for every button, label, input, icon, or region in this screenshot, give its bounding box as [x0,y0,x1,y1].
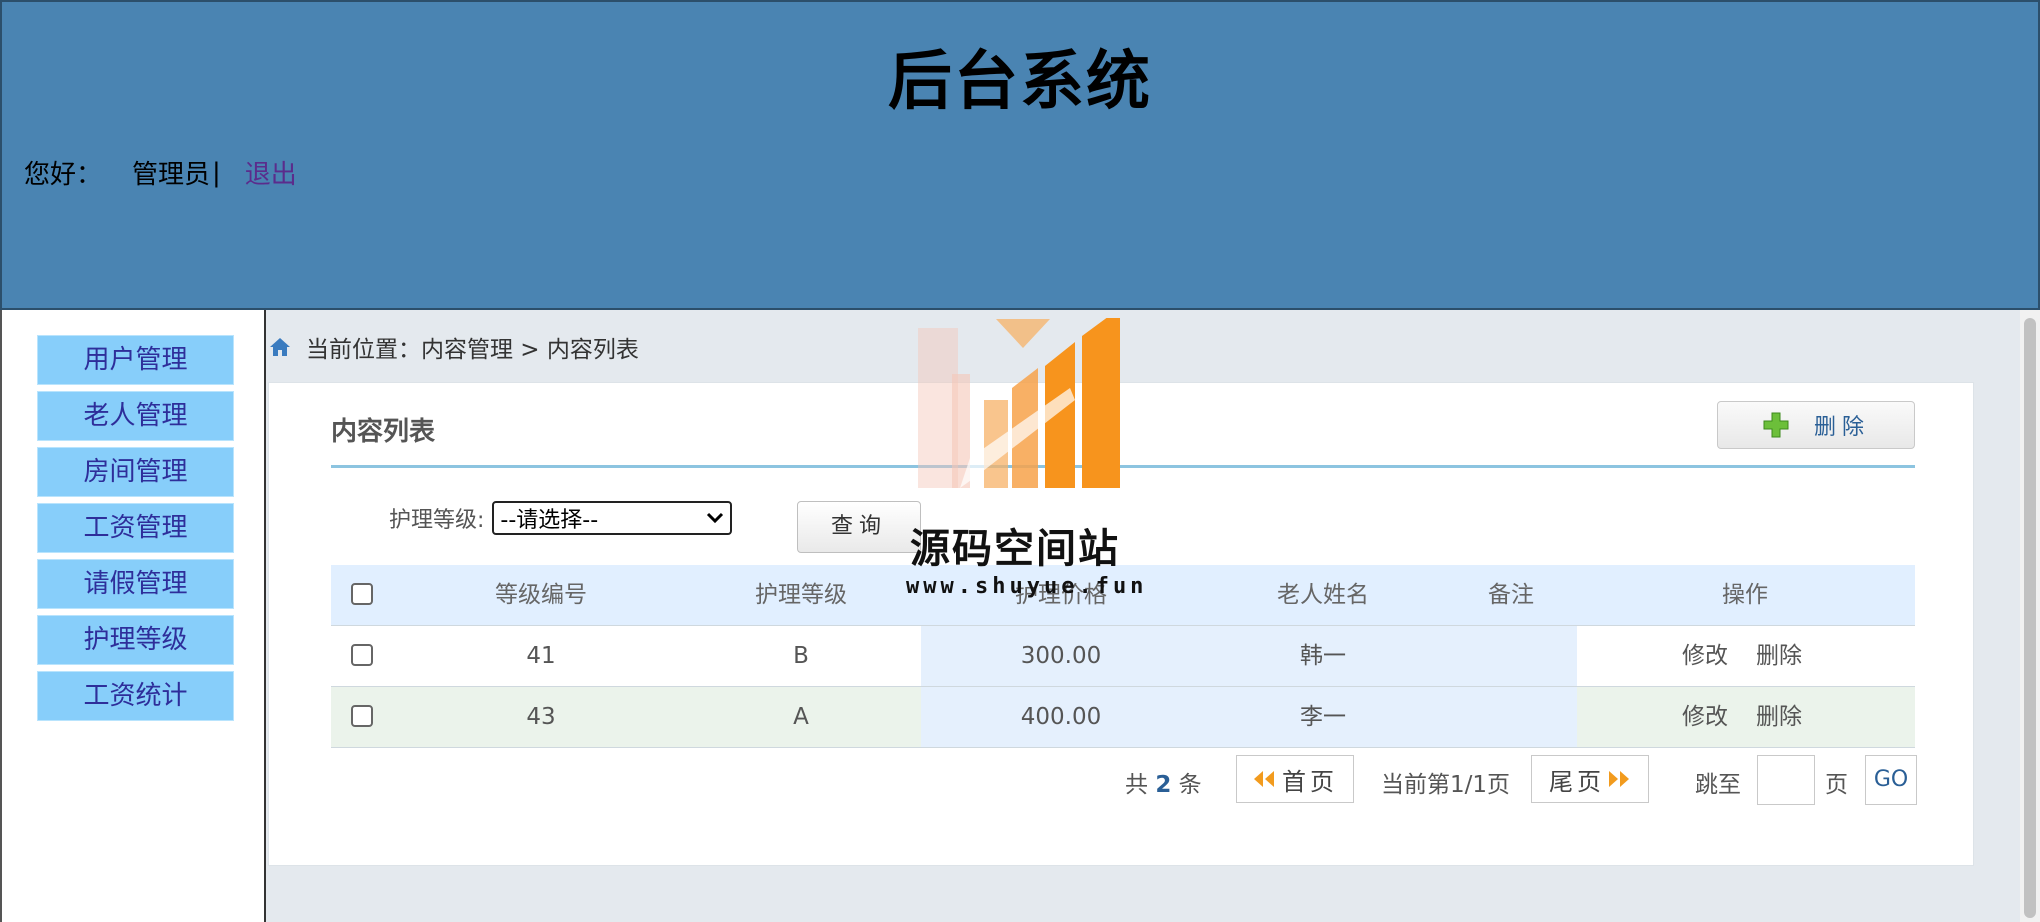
delete-button-label: 删除 [1813,415,1870,440]
column-header-note: 备注 [1488,582,1534,608]
go-button[interactable]: GO [1865,755,1917,805]
filter-bar: 护理等级: --请选择-- [389,501,733,535]
delete-link[interactable]: 删除 [1749,626,1809,686]
jump-page-input[interactable] [1757,755,1815,805]
first-page-button[interactable]: 首页 [1236,755,1354,803]
main-content: 当前位置：内容管理 > 内容列表 内容列表 删除 护理等级: --请选择-- 查… [266,310,2020,922]
select-all-checkbox[interactable] [351,583,373,605]
care-level-select-value: --请选择-- [500,508,599,533]
username: 管理员 [132,160,211,190]
care-level-select[interactable]: --请选择-- [492,501,733,535]
plus-icon [1763,412,1789,438]
delete-link[interactable]: 删除 [1749,687,1809,747]
edit-link[interactable]: 修改 [1675,687,1735,747]
sidebar-item-room-management[interactable]: 房间管理 [37,447,234,497]
last-page-button[interactable]: 尾页 [1531,755,1649,803]
home-icon [270,338,290,356]
panel-title: 内容列表 [331,417,436,447]
user-greeting: 您好： 管理员 | 退出 [24,154,297,191]
care-level-label: 护理等级: [389,508,485,533]
first-page-label: 首页 [1282,767,1338,796]
double-right-arrow-icon [1609,771,1629,787]
table-row: 41 B 300.00 韩一 修改 删除 [331,626,1915,687]
cell-care-level: A [793,704,809,730]
delete-button[interactable]: 删除 [1717,401,1915,449]
cell-care-price: 400.00 [1020,704,1102,730]
greeting-label: 您好： [24,160,103,190]
table-row: 43 A 400.00 李一 修改 删除 [331,687,1915,748]
watermark-title: 源码空间站 [910,526,1120,572]
total-count: 共 2 条 [1125,765,1202,799]
current-page: 当前第1/1页 [1381,772,1511,798]
sidebar-item-user-management[interactable]: 用户管理 [37,335,234,385]
cell-care-price: 300.00 [1020,643,1102,669]
total-number: 2 [1155,772,1172,798]
sidebar: 用户管理 老人管理 房间管理 工资管理 请假管理 护理等级 工资统计 [0,310,266,922]
total-prefix: 共 [1125,772,1148,798]
header-banner: 后台系统 您好： 管理员 | 退出 [0,0,2040,310]
cell-note [1431,687,1591,747]
page-unit-label: 页 [1825,772,1848,798]
cell-note [1431,626,1591,686]
app-title: 后台系统 [888,45,1152,119]
column-header-level-id: 等级编号 [495,582,587,608]
column-header-care-level: 护理等级 [755,582,847,608]
jump-label: 跳至 [1695,772,1741,798]
cell-level-id: 43 [526,704,556,730]
sidebar-item-leave-management[interactable]: 请假管理 [37,559,234,609]
edit-link[interactable]: 修改 [1675,626,1735,686]
sidebar-item-salary-statistics[interactable]: 工资统计 [37,671,234,721]
column-header-actions: 操作 [1722,582,1768,608]
sidebar-item-salary-management[interactable]: 工资管理 [37,503,234,553]
cell-elder-name: 李一 [1300,704,1346,730]
double-left-arrow-icon [1254,771,1274,787]
separator: | [212,157,221,188]
sidebar-item-elder-management[interactable]: 老人管理 [37,391,234,441]
row-checkbox[interactable] [351,705,373,727]
cell-level-id: 41 [526,643,556,669]
cell-care-level: B [793,643,809,669]
column-header-elder-name: 老人姓名 [1277,582,1369,608]
scrollbar-thumb[interactable] [2024,318,2036,918]
sidebar-item-care-level[interactable]: 护理等级 [37,615,234,665]
vertical-scrollbar[interactable] [2020,310,2040,922]
breadcrumb: 当前位置：内容管理 > 内容列表 [268,330,639,364]
watermark-url: www.shuyue.fun [906,574,1148,599]
total-suffix: 条 [1178,772,1202,798]
breadcrumb-text: 当前位置：内容管理 > 内容列表 [306,337,639,363]
logout-link[interactable]: 退出 [245,154,297,191]
chevron-down-icon [707,512,724,524]
cell-elder-name: 韩一 [1300,643,1346,669]
last-page-label: 尾页 [1549,767,1605,796]
row-checkbox[interactable] [351,644,373,666]
